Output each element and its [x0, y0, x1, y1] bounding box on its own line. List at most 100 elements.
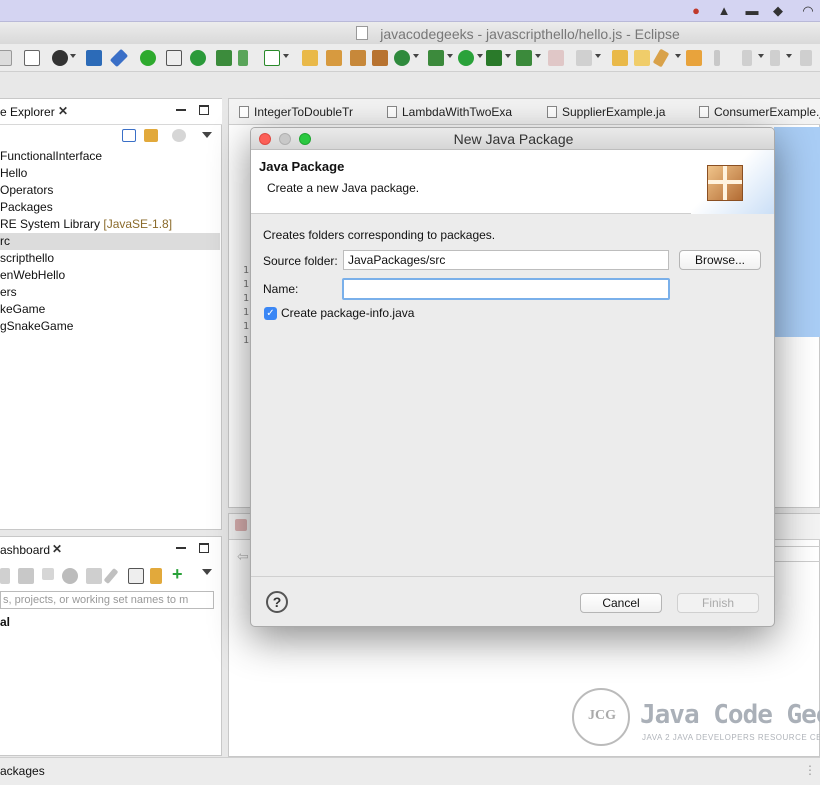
close-icon[interactable]: ✕	[58, 104, 68, 118]
help-icon[interactable]: ?	[266, 591, 288, 613]
open-type-icon[interactable]	[394, 50, 410, 66]
user-dropdown-icon[interactable]	[70, 54, 76, 58]
new-task-icon[interactable]	[0, 568, 10, 584]
add-icon[interactable]: +	[172, 565, 188, 583]
tree-item[interactable]: ers	[0, 284, 220, 301]
table-icon[interactable]	[128, 568, 144, 584]
tree-item[interactable]: RE System Library [JavaSE-1.8]	[0, 216, 220, 233]
create-package-info-label[interactable]: Create package-info.java	[281, 306, 414, 320]
tree-item[interactable]: enWebHello	[0, 267, 220, 284]
arrows-icon[interactable]	[150, 568, 162, 584]
editor-tab[interactable]: SupplierExample.ja	[547, 105, 665, 119]
checklist-icon[interactable]	[264, 50, 280, 66]
editor-tab[interactable]: ConsumerExample.ja	[699, 105, 820, 119]
open-type-dropdown-icon[interactable]	[413, 54, 419, 58]
task-search-input[interactable]: s, projects, or working set names to m	[0, 591, 214, 609]
tree-item[interactable]: Hello	[0, 165, 220, 182]
docker-icon[interactable]: ▬	[744, 3, 760, 19]
package-explorer-tab[interactable]: e Explorer ✕	[0, 99, 222, 125]
debug-icon[interactable]	[428, 50, 444, 66]
wand-icon[interactable]	[652, 48, 670, 68]
back-arrow-icon[interactable]: ⇦	[237, 548, 249, 565]
tree-item[interactable]: Operators	[0, 182, 220, 199]
pen-icon[interactable]	[714, 50, 720, 66]
binary-icon[interactable]	[24, 50, 40, 66]
skip-icon[interactable]	[576, 50, 592, 66]
cancel-button[interactable]: Cancel	[580, 593, 662, 613]
wand-dropdown-icon[interactable]	[675, 54, 681, 58]
presentation-icon[interactable]	[86, 568, 102, 584]
power-icon[interactable]	[140, 50, 156, 66]
dialog-header-title: Java Package	[259, 159, 345, 174]
tree-item[interactable]: scripthello	[0, 250, 220, 267]
tree-item[interactable]: FunctionalInterface	[0, 148, 220, 165]
stop-icon[interactable]	[42, 568, 54, 580]
close-icon[interactable]: ✕	[52, 542, 62, 556]
download-icon[interactable]	[216, 50, 232, 66]
prev-annotation-dropdown-icon[interactable]	[786, 54, 792, 58]
tree-item-selected[interactable]: rc	[0, 233, 220, 250]
editor-tab[interactable]: LambdaWithTwoExa	[387, 105, 512, 119]
external-tools-dropdown-icon[interactable]	[535, 54, 541, 58]
stop-icon[interactable]	[548, 50, 564, 66]
collapse-all-icon[interactable]	[122, 129, 136, 142]
open-folder-icon[interactable]	[612, 50, 628, 66]
wifi-icon[interactable]: ◠	[800, 3, 816, 19]
new-file-icon[interactable]	[0, 50, 12, 66]
status-grip-icon[interactable]: ⋮	[804, 763, 816, 777]
view-menu-icon[interactable]	[202, 569, 212, 575]
package-name-input[interactable]	[342, 278, 670, 300]
annotation-icon[interactable]	[686, 50, 702, 66]
monitor-icon[interactable]	[86, 50, 102, 66]
debug-dropdown-icon[interactable]	[447, 54, 453, 58]
skip-dropdown-icon[interactable]	[595, 54, 601, 58]
new-class-icon[interactable]	[350, 50, 366, 66]
sphere-icon[interactable]	[62, 568, 78, 584]
link-with-editor-icon[interactable]	[144, 129, 158, 142]
all-tasks-label[interactable]: al	[0, 615, 10, 629]
prev-annotation-icon[interactable]	[770, 50, 780, 66]
dropbox-icon[interactable]: ◆	[770, 3, 786, 19]
edit-icon[interactable]	[103, 567, 119, 585]
tree-item[interactable]: gSnakeGame	[0, 318, 220, 335]
source-folder-input[interactable]	[343, 250, 669, 270]
toggle-breakpoint-icon[interactable]	[166, 50, 182, 66]
finish-button[interactable]: Finish	[677, 593, 759, 613]
coverage-dropdown-icon[interactable]	[505, 54, 511, 58]
battery-icon[interactable]	[238, 50, 248, 66]
sync-icon[interactable]	[190, 50, 206, 66]
external-tools-icon[interactable]	[516, 50, 532, 66]
notification-icon[interactable]: ▲	[716, 3, 732, 19]
create-package-info-checkbox[interactable]: ✓	[264, 307, 277, 320]
dashboard-tab[interactable]: ashboard ✕	[0, 537, 222, 563]
new-wizard-icon[interactable]	[302, 50, 318, 66]
user-icon[interactable]	[52, 50, 68, 66]
focus-icon[interactable]	[172, 129, 186, 142]
browse-button[interactable]: Browse...	[679, 250, 761, 270]
new-interface-icon[interactable]	[372, 50, 388, 66]
coverage-icon[interactable]	[486, 50, 502, 66]
synchronize-icon[interactable]	[18, 568, 34, 584]
run-dropdown-icon[interactable]	[477, 54, 483, 58]
folder-icon[interactable]	[634, 50, 650, 66]
pin-icon[interactable]	[109, 48, 129, 68]
editor-tab[interactable]: IntegerToDoubleTr	[239, 105, 353, 119]
new-package-icon[interactable]	[326, 50, 342, 66]
back-icon[interactable]	[800, 50, 812, 66]
maximize-icon[interactable]	[199, 543, 209, 553]
java-file-icon	[547, 106, 557, 118]
app-status-icon[interactable]: ●	[688, 3, 704, 19]
view-icon[interactable]	[235, 519, 247, 531]
task-dashboard-view: ashboard ✕ + s, projects, or working set…	[0, 536, 222, 756]
next-annotation-dropdown-icon[interactable]	[758, 54, 764, 58]
run-icon[interactable]	[458, 50, 474, 66]
minimize-icon[interactable]	[176, 543, 186, 549]
jre-version-tag: [JavaSE-1.8]	[103, 217, 173, 231]
tree-item[interactable]: Packages	[0, 199, 220, 216]
next-annotation-icon[interactable]	[742, 50, 752, 66]
view-menu-icon[interactable]	[202, 132, 212, 138]
checklist-dropdown-icon[interactable]	[283, 54, 289, 58]
tree-item[interactable]: keGame	[0, 301, 220, 318]
maximize-icon[interactable]	[199, 105, 209, 115]
minimize-icon[interactable]	[176, 105, 186, 111]
